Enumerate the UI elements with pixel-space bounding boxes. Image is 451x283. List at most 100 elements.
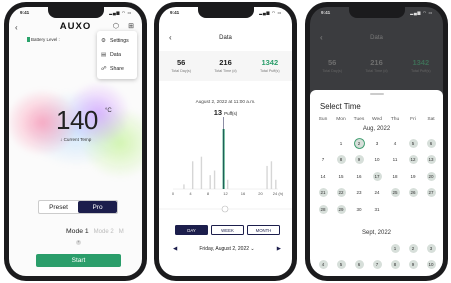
menu-item-data[interactable]: ▤ Data: [97, 48, 137, 62]
calendar-day[interactable]: 6: [350, 257, 368, 274]
calendar-day[interactable]: 24: [368, 185, 386, 202]
stat-value: 216: [370, 58, 383, 67]
calendar-day[interactable]: 3: [368, 135, 386, 152]
mode-3-label[interactable]: M: [119, 229, 124, 235]
chart-bar[interactable]: [275, 179, 277, 189]
calendar-day-number: 6: [354, 260, 364, 270]
calendar-day[interactable]: 16: [350, 168, 368, 185]
mode-1-label[interactable]: Mode 1: [66, 228, 89, 235]
chart-bar[interactable]: [266, 165, 268, 189]
stat-puffs: 1342 Total Puff(s): [399, 51, 443, 81]
chart-scroll-handle[interactable]: [221, 205, 229, 213]
calendar-day[interactable]: 14: [314, 168, 332, 185]
calendar-day[interactable]: 8: [386, 257, 404, 274]
calendar-day[interactable]: 31: [368, 201, 386, 218]
calendar-day[interactable]: 22: [332, 185, 350, 202]
calendar-day[interactable]: 3: [422, 240, 440, 257]
weekday-header: Sun Mon Tues Wed Thu Fri Sat: [314, 117, 440, 122]
calendar-day[interactable]: 7: [314, 152, 332, 169]
calendar-day[interactable]: 20: [422, 168, 440, 185]
status-time: 9:41: [321, 10, 331, 15]
calendar-day-number: 17: [372, 171, 382, 181]
calendar-day[interactable]: 29: [332, 201, 350, 218]
stat-time: 216 Total Time (d): [203, 51, 247, 81]
range-month-button[interactable]: MONTH: [247, 225, 280, 235]
chart-bar[interactable]: [270, 161, 273, 189]
start-button[interactable]: Start: [36, 254, 121, 267]
calendar-day-number: 2: [354, 138, 364, 148]
calendar-day-number: 30: [356, 206, 362, 212]
chart-bar[interactable]: [213, 170, 216, 189]
calendar-day[interactable]: 4: [386, 135, 404, 152]
calendar-day[interactable]: 30: [350, 201, 368, 218]
calendar-day[interactable]: 27: [422, 185, 440, 202]
calendar-day[interactable]: 15: [332, 168, 350, 185]
calendar-day[interactable]: 18: [386, 168, 404, 185]
calendar-day-number: 9: [408, 260, 418, 270]
sheet-handle[interactable]: [369, 93, 384, 95]
stats-bar-dimmed: 56 Total Day(s) 216 Total Time (d) 1342 …: [310, 51, 443, 81]
calendar-day[interactable]: 17: [368, 168, 386, 185]
calendar-day[interactable]: 9: [404, 257, 422, 274]
calendar-day[interactable]: 19: [404, 168, 422, 185]
calendar-day[interactable]: 5: [404, 135, 422, 152]
calendar-day[interactable]: 2: [350, 135, 368, 152]
mode-add-icon[interactable]: +: [76, 240, 81, 245]
calendar-day[interactable]: 5: [332, 257, 350, 274]
calendar-day-number: 2: [408, 243, 418, 253]
mode-carousel[interactable]: Mode 1 Mode 2 M: [66, 228, 124, 235]
chart-bar[interactable]: [222, 129, 225, 189]
calendar-day[interactable]: 10: [368, 152, 386, 169]
month-label-aug: Aug, 2022: [362, 126, 391, 132]
device-icon[interactable]: ⬡: [113, 22, 119, 30]
calendar-day[interactable]: 21: [314, 185, 332, 202]
back-icon[interactable]: ‹: [15, 23, 18, 32]
calendar-day[interactable]: 12: [404, 152, 422, 169]
stat-label: Total Puff(s): [411, 69, 431, 73]
calendar-day-number: 24: [374, 190, 380, 196]
menu-item-share[interactable]: ☍ Share: [97, 62, 137, 76]
chart-bar[interactable]: [183, 184, 185, 189]
stat-time: 216 Total Time (d): [354, 51, 398, 81]
mode-2-label[interactable]: Mode 2: [94, 229, 114, 235]
calendar-day-number: 4: [393, 140, 397, 146]
calendar-day[interactable]: 9: [350, 152, 368, 169]
x-tick-label: 4: [189, 191, 192, 196]
calendar-day-number: 10: [374, 157, 380, 163]
prev-date-icon[interactable]: ◀: [173, 246, 177, 252]
calendar-day[interactable]: 7: [368, 257, 386, 274]
chart-bar[interactable]: [191, 161, 194, 189]
calendar-day-number: 31: [374, 206, 380, 212]
calendar-day[interactable]: 8: [332, 152, 350, 169]
chart-bar[interactable]: [209, 175, 211, 189]
calendar-day-number: 10: [426, 260, 436, 270]
range-week-button[interactable]: WEEK: [211, 225, 244, 235]
chart-bar[interactable]: [226, 179, 229, 189]
calendar-day[interactable]: 6: [422, 135, 440, 152]
calendar-day[interactable]: 28: [314, 201, 332, 218]
stat-value: 216: [219, 58, 232, 67]
calendar-day[interactable]: 25: [386, 185, 404, 202]
chart-bar[interactable]: [200, 156, 203, 189]
calendar-day[interactable]: 1: [332, 135, 350, 152]
calendar-day[interactable]: 10: [422, 257, 440, 274]
calendar-day-number: 13: [426, 155, 436, 165]
range-day-button[interactable]: DAY: [175, 225, 208, 235]
next-date-icon[interactable]: ▶: [277, 246, 281, 252]
calendar-day[interactable]: 11: [386, 152, 404, 169]
calendar-day-number: 3: [426, 243, 436, 253]
calendar-day[interactable]: 13: [422, 152, 440, 169]
calendar-day[interactable]: 4: [314, 257, 332, 274]
calendar-day[interactable]: 1: [386, 240, 404, 257]
menu-item-settings[interactable]: ⚙ Settings: [97, 34, 137, 48]
calendar-day-number: 26: [408, 188, 418, 198]
grid-icon[interactable]: ⊞: [128, 22, 134, 30]
puff-bar-chart[interactable]: 0 4 8 12 16 20 24 (h): [159, 117, 292, 217]
calendar-day[interactable]: 2: [404, 240, 422, 257]
notch: [47, 7, 104, 18]
tab-pro[interactable]: Pro: [78, 201, 117, 213]
date-picker-trigger[interactable]: Friday, August 2, 2022 ⌄: [199, 246, 254, 252]
calendar-day[interactable]: 23: [350, 185, 368, 202]
tab-preset[interactable]: Preset: [39, 201, 78, 213]
calendar-day[interactable]: 26: [404, 185, 422, 202]
